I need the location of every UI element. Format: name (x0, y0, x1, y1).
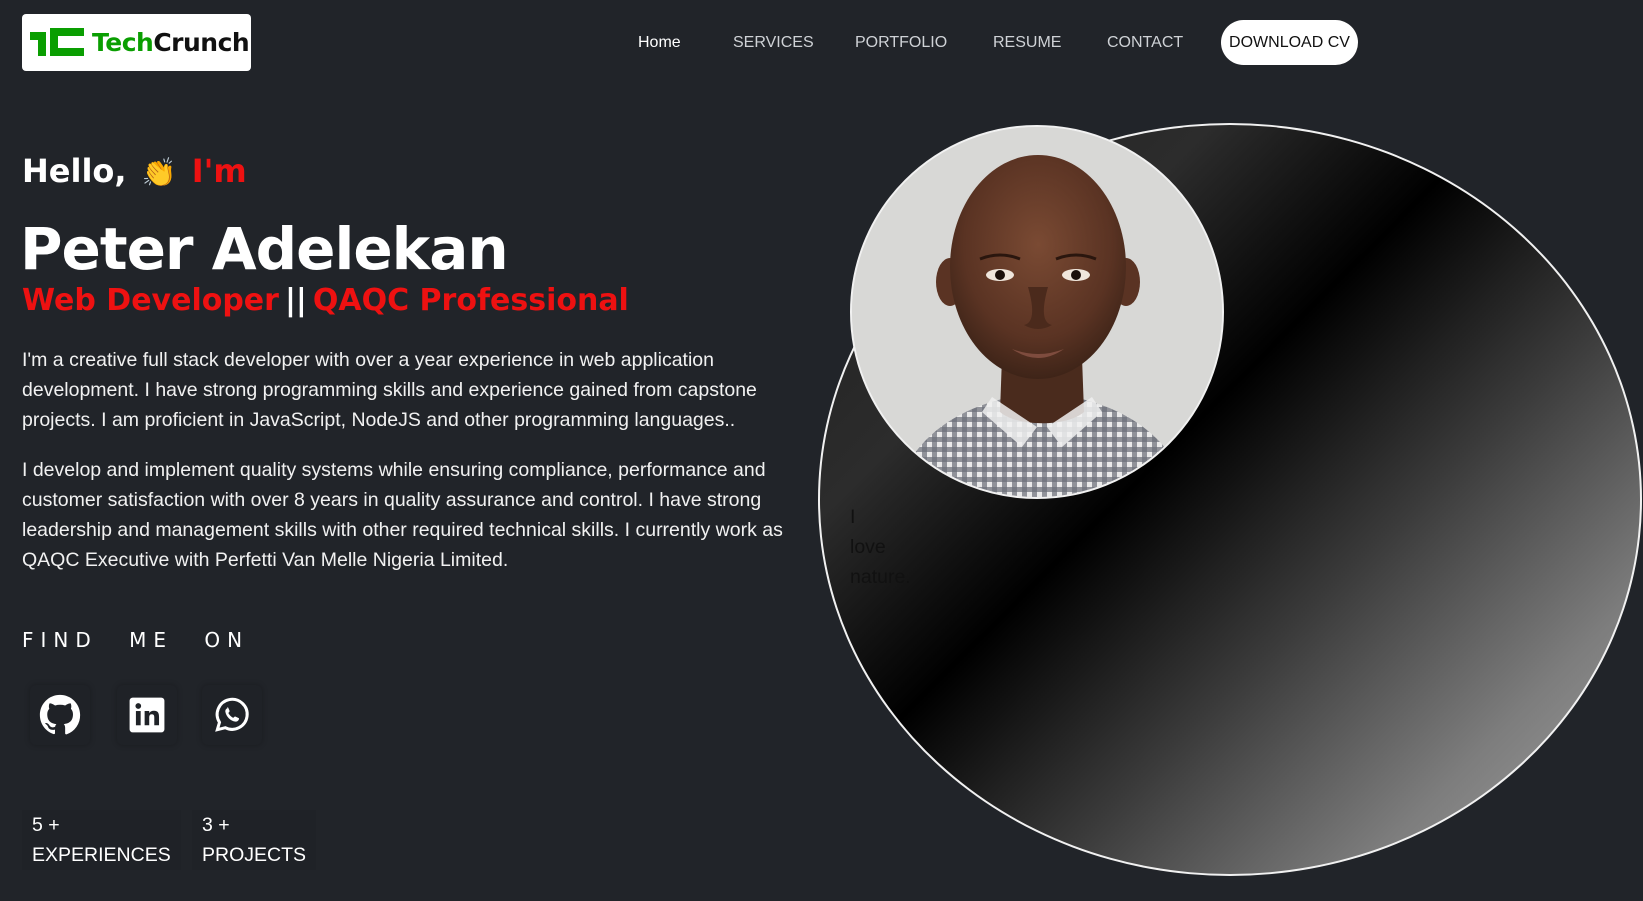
linkedin-icon (129, 697, 165, 733)
nav-portfolio[interactable]: PORTFOLIO (855, 20, 947, 65)
greeting: Hello, 👏 I'm (22, 152, 247, 190)
find-me-heading: FIND ME ON (22, 628, 250, 652)
download-cv-button[interactable]: DOWNLOAD CV (1221, 20, 1358, 65)
greeting-im: I'm (191, 152, 247, 190)
portfolio-page: TechCrunch Home SERVICES PORTFOLIO RESUM… (0, 0, 1643, 901)
profile-photo (850, 125, 1224, 499)
nav-contact[interactable]: CONTACT (1107, 20, 1183, 65)
stat-experiences: 5 + EXPERIENCES (22, 810, 181, 870)
stat-value: 3 + (202, 814, 230, 836)
wave-icon: 👏 (141, 156, 177, 189)
hero-role: Web Developer || QAQC Professional (22, 283, 629, 318)
stat-label: PROJECTS (202, 844, 307, 866)
github-link[interactable] (30, 685, 90, 745)
role-qaqc: QAQC Professional (312, 283, 629, 318)
stat-label: EXPERIENCES (32, 844, 171, 866)
main-nav: Home SERVICES PORTFOLIO RESUME CONTACT D… (0, 20, 1643, 65)
whatsapp-link[interactable] (202, 685, 262, 745)
role-separator: || (284, 283, 307, 318)
greeting-text: Hello, (22, 152, 127, 190)
role-web-developer: Web Developer (22, 283, 279, 318)
stat-value: 5 + (32, 814, 60, 836)
hero-name: Peter Adelekan (20, 215, 509, 283)
nav-services[interactable]: SERVICES (733, 20, 814, 65)
nav-resume[interactable]: RESUME (993, 20, 1061, 65)
whatsapp-icon (215, 697, 249, 732)
stat-projects: 3 + PROJECTS (192, 810, 317, 870)
linkedin-link[interactable] (117, 685, 177, 745)
nav-home[interactable]: Home (638, 20, 681, 65)
github-icon (39, 694, 81, 735)
qaqc-paragraph: I develop and implement quality systems … (22, 459, 783, 571)
orb-caption: I love nature. (850, 506, 911, 588)
portrait-image (852, 127, 1222, 497)
intro-paragraph: I'm a creative full stack developer with… (22, 349, 757, 431)
